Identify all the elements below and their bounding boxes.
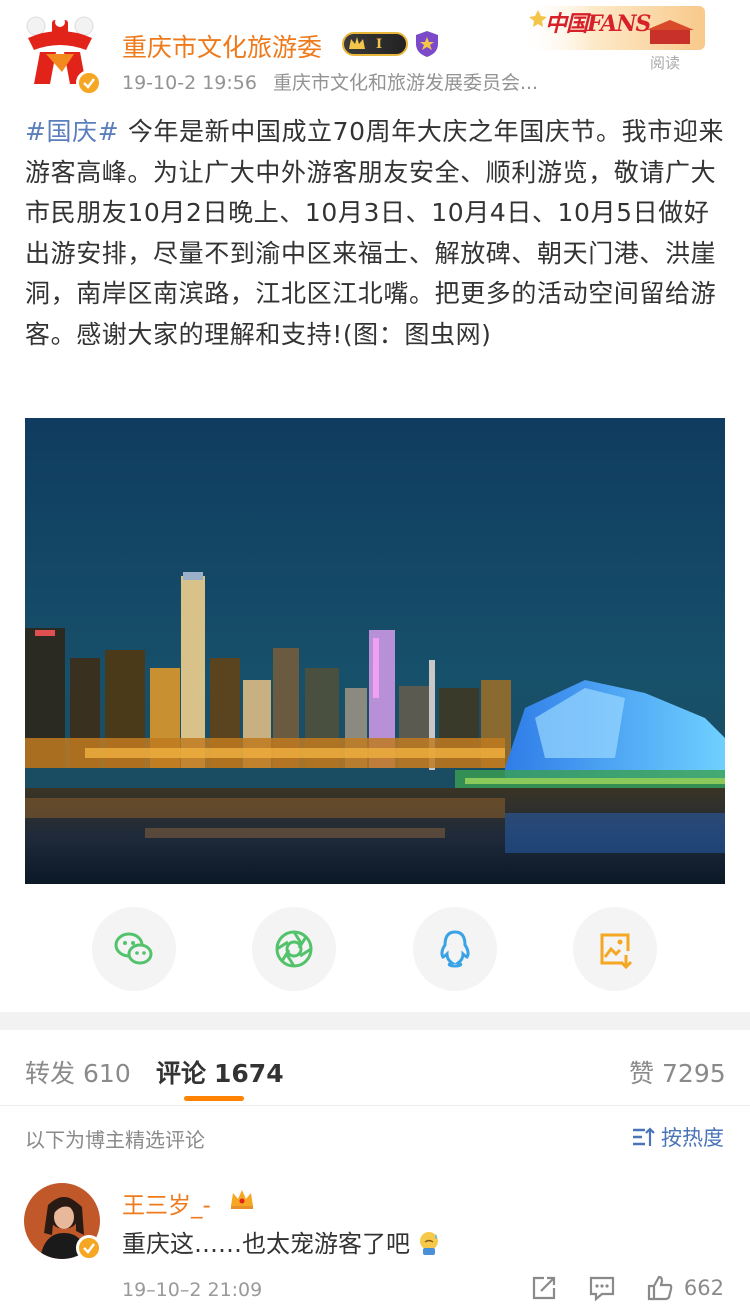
sort-icon [633,1127,655,1146]
active-tab-indicator [184,1096,244,1101]
sort-by-hot-button[interactable]: 按热度 [631,1122,724,1152]
share-wechat-button[interactable] [92,907,176,991]
post-date: 19-10-2 19:56 [122,72,257,94]
qq-icon [440,930,470,968]
read-count-label[interactable]: 阅读 [650,52,680,73]
save-image-icon [600,933,633,970]
tab-likes[interactable]: 赞 7295 [629,1054,726,1090]
post-header: 重庆市文化旅游委 I 19-10-2 19:56 重庆市文化和旅游发展委员会...… [0,0,750,105]
wechat-icon [114,932,153,965]
save-image-button[interactable] [573,907,657,991]
post-image[interactable] [25,418,725,884]
tab-likes-label: 赞 [629,1059,655,1088]
post-meta: 19-10-2 19:56 重庆市文化和旅游发展委员会... [122,68,538,95]
verified-badge-icon [76,70,102,96]
post-body: #国庆# 今年是新中国成立70周年大庆之年国庆节。我市迎来游客高峰。为让广大中外… [25,112,725,356]
section-divider [0,1012,750,1030]
author-avatar[interactable] [22,12,102,96]
tab-comments[interactable]: 评论 1674 [156,1054,284,1090]
level-text: I [376,36,383,52]
tab-repost-count: 610 [83,1059,131,1088]
vip-crown-icon [231,1190,253,1209]
crown-icon [349,37,365,49]
sort-label: 按热度 [661,1126,724,1150]
share-qq-button[interactable] [413,907,497,991]
hashtag-link[interactable]: #国庆# [25,117,119,146]
tab-likes-count: 7295 [662,1059,726,1088]
selected-comments-note: 以下为博主精选评论 [25,1128,205,1152]
post-body-text: 今年是新中国成立70周年大庆之年国庆节。我市迎来游客高峰。为让广大中外游客朋友安… [25,117,725,349]
comment-like-count: 662 [683,1276,724,1300]
chongqing-night-skyline-image [25,418,725,884]
shield-badge-icon[interactable] [414,30,440,58]
share-row [0,907,750,993]
reply-comment-icon[interactable] [588,1274,616,1302]
member-level-badge[interactable]: I [342,32,408,56]
share-moments-button[interactable] [252,907,336,991]
post-source: 重庆市文化和旅游发展委员会... [272,72,539,94]
tab-comments-count: 1674 [214,1059,284,1088]
like-thumb-icon[interactable] [646,1274,674,1302]
comment-text-body: 重庆这……也太宠游客了吧 [122,1230,410,1258]
tab-repost-label: 转发 [25,1059,76,1088]
commenter-name[interactable]: 王三岁_- [122,1186,211,1220]
tab-repost[interactable]: 转发 610 [25,1054,131,1090]
comment-text: 重庆这……也太宠游客了吧 [122,1224,442,1259]
comment-actions: 662 [500,1274,724,1302]
commenter-verified-icon [76,1235,102,1261]
comment-time: 19–10–2 21:09 [122,1279,263,1301]
moments-icon [275,930,313,968]
fans-banner-text: 中国FANS [545,11,651,37]
tab-comments-label: 评论 [156,1059,207,1088]
interaction-tabs: 转发 610 评论 1674 赞 7295 [0,1030,750,1106]
sweat-emoji-icon [420,1232,438,1255]
author-name[interactable]: 重庆市文化旅游委 [122,28,322,64]
repost-comment-icon[interactable] [530,1274,558,1302]
